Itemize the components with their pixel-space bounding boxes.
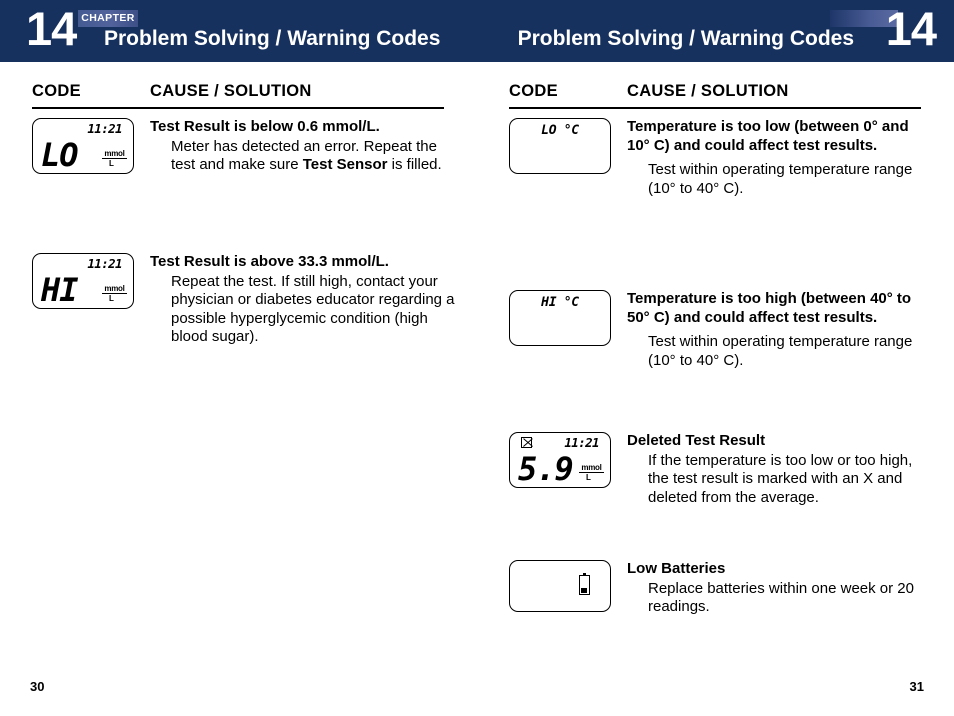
- row-text: Test Result is below 0.6 mmol/L. Meter h…: [150, 118, 455, 175]
- row-body: Test within operating temperature range …: [648, 333, 913, 369]
- row-body: Meter has detected an error. Repeat the …: [150, 138, 455, 175]
- lcd-display-hi: 11:21 HI mmol L: [32, 253, 134, 309]
- battery-icon: [579, 572, 590, 595]
- chapter-number-left: 14: [26, 2, 77, 55]
- row-body-part-2: is filled.: [387, 156, 442, 174]
- row-title: Low Batteries: [627, 560, 726, 577]
- left-page: CODE CAUSE / SOLUTION 11:21 LO mmol L Te…: [0, 62, 477, 716]
- row-body: Repeat the test. If still high, contact …: [171, 272, 455, 346]
- lcd-value: HI: [41, 271, 79, 309]
- lcd-unit-numerator: mmol: [102, 284, 127, 294]
- page-number-left: 30: [30, 679, 45, 694]
- row-body: If the temperature is too low or too hig…: [648, 451, 913, 506]
- lcd-unit-denominator: L: [109, 159, 114, 168]
- row-title: Temperature is too low (between 0° and 1…: [627, 118, 909, 154]
- row-body: Test within operating temperature range …: [648, 161, 913, 197]
- chapter-badge: CHAPTER: [78, 10, 138, 27]
- row-title: Test Result is above 33.3 mmol/L.: [150, 253, 389, 270]
- lcd-code: LO °C: [541, 123, 579, 138]
- deleted-x-marker-icon: [521, 437, 532, 448]
- lcd-unit-denominator: L: [109, 294, 114, 303]
- page-number-right: 31: [909, 679, 924, 694]
- code-column-header: CODE: [509, 82, 558, 100]
- cause-column-header: CAUSE / SOLUTION: [150, 82, 312, 100]
- lcd-unit-numerator: mmol: [102, 149, 127, 159]
- lcd-time: 11:21: [87, 256, 122, 271]
- lcd-unit: mmol L: [579, 463, 604, 482]
- lcd-time: 11:21: [564, 435, 599, 450]
- row-title: Test Result is below 0.6 mmol/L.: [150, 118, 380, 135]
- cause-column-header: CAUSE / SOLUTION: [627, 82, 789, 100]
- lcd-value: 5.9: [518, 450, 574, 488]
- lcd-display-deleted-result: 11:21 5.9 mmol L: [509, 432, 611, 488]
- row-title: Deleted Test Result: [627, 432, 766, 449]
- row-body-emphasis: Test Sensor: [302, 156, 388, 174]
- chapter-badge-label: CHAPTER: [81, 12, 135, 24]
- row-text: Low Batteries Replace batteries within o…: [627, 560, 932, 617]
- row-body: Replace batteries within one week or 20 …: [648, 579, 914, 616]
- row-text: Deleted Test Result If the temperature i…: [627, 432, 932, 507]
- lcd-time: 11:21: [87, 121, 122, 136]
- row-text: Temperature is too low (between 0° and 1…: [627, 118, 932, 198]
- lcd-display-hi-temp: HI °C: [509, 290, 611, 346]
- page-header-bar: CHAPTER 14 Problem Solving / Warning Cod…: [0, 0, 954, 62]
- header-title-left: Problem Solving / Warning Codes: [104, 27, 441, 50]
- lcd-display-lo: 11:21 LO mmol L: [32, 118, 134, 174]
- lcd-code: HI °C: [541, 295, 579, 310]
- lcd-unit: mmol L: [102, 149, 127, 168]
- row-title: Temperature is too high (between 40° to …: [627, 290, 912, 326]
- lcd-value: LO: [41, 136, 79, 174]
- header-title-right: Problem Solving / Warning Codes: [517, 27, 854, 50]
- right-page: CODE CAUSE / SOLUTION LO °C Temperature …: [477, 62, 954, 716]
- row-text: Test Result is above 33.3 mmol/L. Repeat…: [150, 253, 455, 347]
- right-header-rule: [509, 107, 921, 110]
- lcd-unit-numerator: mmol: [579, 463, 604, 473]
- lcd-display-lo-temp: LO °C: [509, 118, 611, 174]
- lcd-unit-denominator: L: [586, 473, 591, 482]
- row-text: Temperature is too high (between 40° to …: [627, 290, 932, 370]
- lcd-display-low-battery: [509, 560, 611, 612]
- code-column-header: CODE: [32, 82, 81, 100]
- lcd-unit: mmol L: [102, 284, 127, 303]
- left-header-rule: [32, 107, 444, 110]
- chapter-number-right: 14: [885, 2, 937, 55]
